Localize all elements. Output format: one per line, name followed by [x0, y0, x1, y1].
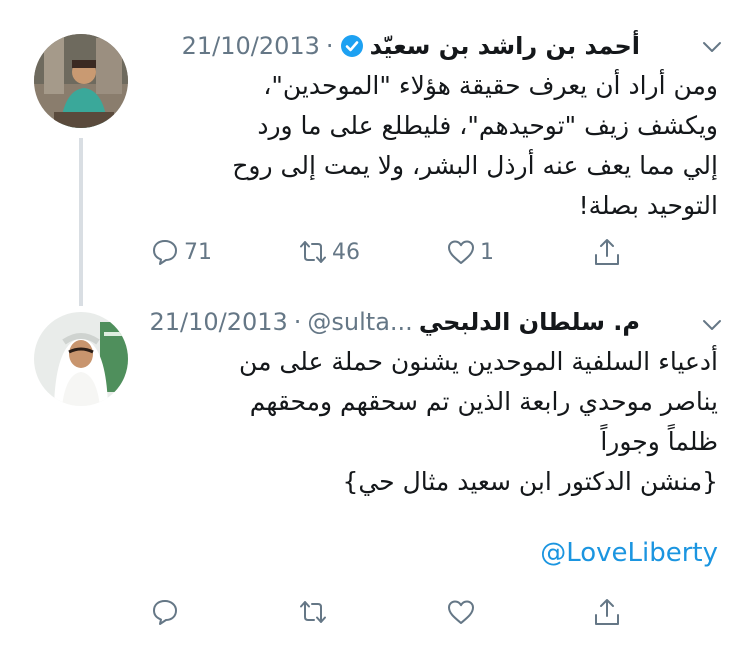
retweet-button[interactable]: 46: [298, 232, 360, 272]
author-handle[interactable]: @sulta...: [307, 308, 412, 336]
chevron-down-icon[interactable]: [702, 318, 722, 332]
tweet-line: يناصر موحدي رابعة الذين تم سحقهم ومحقهم: [249, 387, 718, 416]
share-button[interactable]: [592, 232, 622, 272]
tweet-line: ظلماً وجوراً: [600, 427, 718, 456]
retweet-icon: [300, 241, 326, 263]
like-count: 1: [480, 239, 494, 265]
reply-button[interactable]: 71: [150, 232, 212, 272]
reply-count: 71: [184, 239, 212, 265]
tweet-line: ومن أراد أن يعرف حقيقة هؤلاء "الموحدين"،: [263, 71, 718, 100]
thread-connector-line: [79, 138, 83, 306]
tweet-line: ويكشف زيف "توحيدهم"، فليطلع على ما ورد: [257, 111, 718, 140]
like-icon: [448, 240, 474, 264]
share-icon: [595, 599, 619, 625]
tweet-line: التوحيد بصلة!: [578, 191, 718, 220]
like-button[interactable]: 1: [446, 232, 494, 272]
tweet-header: أحمد بن راشد بن سعيّد · 21/10/2013: [182, 28, 640, 64]
verified-badge-icon: [340, 35, 363, 57]
share-icon: [595, 239, 619, 265]
reply-icon: [153, 600, 177, 625]
mention-link[interactable]: @LoveLiberty: [540, 538, 718, 568]
avatar-sultan[interactable]: [34, 312, 128, 406]
chevron-down-icon[interactable]: [702, 40, 722, 54]
tweet-date[interactable]: 21/10/2013: [182, 32, 320, 60]
retweet-button[interactable]: [298, 592, 332, 632]
tweet-date[interactable]: 21/10/2013: [149, 308, 287, 336]
retweet-icon: [300, 601, 326, 623]
share-button[interactable]: [592, 592, 622, 632]
tweet-line: إلي مما يعف عنه أرذل البشر، ولا يمت إلى …: [232, 151, 718, 180]
separator-dot: ·: [325, 32, 334, 60]
tweet-text: أدعياء السلفية الموحدين يشنون حملة على م…: [140, 342, 718, 502]
tweet-header: م. سلطان الدلبحي @sulta... · 21/10/2013: [149, 304, 640, 340]
tweet-text: ومن أراد أن يعرف حقيقة هؤلاء "الموحدين"،…: [140, 66, 718, 226]
reply-button[interactable]: [150, 592, 184, 632]
tweet-1[interactable]: أحمد بن راشد بن سعيّد · 21/10/2013 ومن أ…: [0, 0, 750, 306]
tweet-2[interactable]: م. سلطان الدلبحي @sulta... · 21/10/2013 …: [0, 290, 750, 660]
like-icon: [448, 600, 474, 624]
avatar-ahmed[interactable]: [34, 34, 128, 128]
separator-dot: ·: [293, 308, 302, 336]
tweet-line: {منشن الدكتور ابن سعيد مثال حي}: [342, 467, 718, 496]
reply-icon: [153, 240, 177, 265]
tweet-line: أدعياء السلفية الموحدين يشنون حملة على م…: [239, 347, 718, 376]
author-name[interactable]: م. سلطان الدلبحي: [419, 308, 640, 336]
like-button[interactable]: [446, 592, 480, 632]
tweet-actions: [150, 592, 650, 632]
retweet-count: 46: [332, 239, 360, 265]
tweet-actions: 71 46 1: [150, 232, 650, 272]
author-name[interactable]: أحمد بن راشد بن سعيّد: [370, 32, 640, 60]
